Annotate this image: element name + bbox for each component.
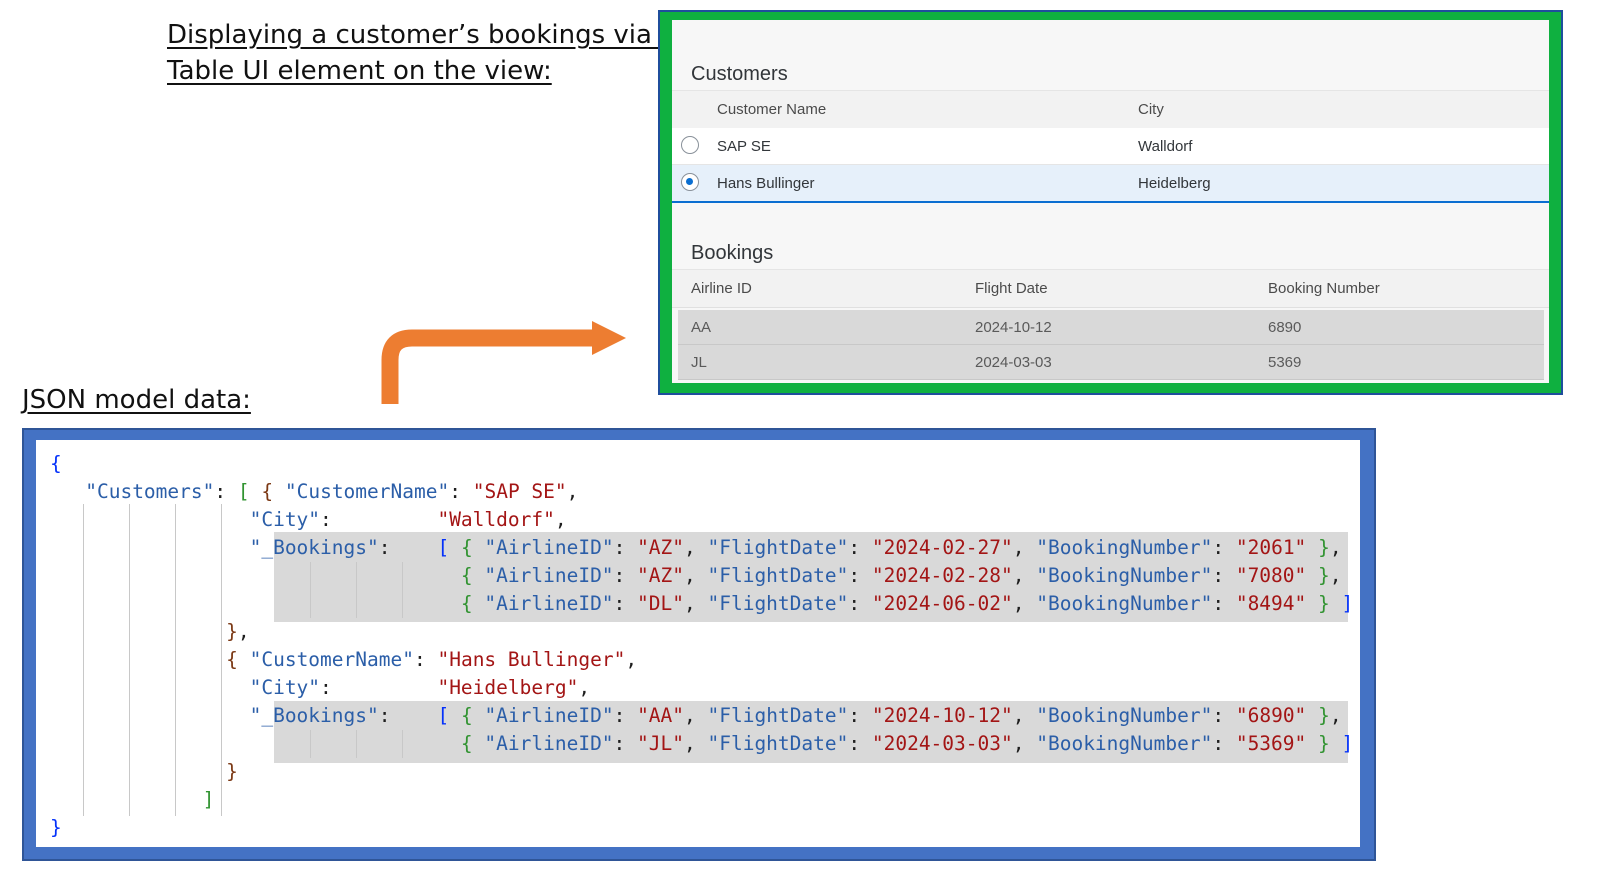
- column-header-airline-id[interactable]: Airline ID: [691, 270, 752, 307]
- code-line: { "AirlineID": "AZ", "FlightDate": "2024…: [460, 564, 1342, 587]
- column-header-customer-name[interactable]: Customer Name: [717, 91, 826, 128]
- json-code-view: { "Customers": [ { "CustomerName": "SAP …: [36, 440, 1360, 847]
- arrow-icon: [381, 321, 626, 404]
- booking-number-cell: 5369: [1268, 353, 1302, 371]
- booking-row[interactable]: AA 2024-10-12 6890: [678, 310, 1544, 345]
- booking-number-cell: 6890: [1268, 318, 1302, 336]
- code-line: { "AirlineID": "JL", "FlightDate": "2024…: [460, 732, 1354, 755]
- customer-name-cell: SAP SE: [717, 137, 771, 155]
- customer-row[interactable]: SAP SE Walldorf: [672, 128, 1549, 165]
- airline-id-cell: AA: [691, 318, 712, 336]
- json-heading: JSON model data:: [22, 385, 251, 415]
- customer-row-selected[interactable]: Hans Bullinger Heidelberg: [672, 165, 1549, 203]
- flight-date-cell: 2024-10-12: [975, 318, 1052, 336]
- code-line: "City": "Walldorf",: [249, 508, 567, 531]
- code-line: ]: [202, 788, 215, 811]
- code-line: "_Bookings": [ { "AirlineID": "AA", "Fli…: [249, 704, 1342, 727]
- code-line: {: [50, 452, 62, 475]
- json-model-panel: { "Customers": [ { "CustomerName": "SAP …: [22, 428, 1376, 861]
- customer-city-cell: Walldorf: [1138, 137, 1193, 155]
- customers-header-row: Customer Name City: [672, 90, 1549, 129]
- customer-name-cell: Hans Bullinger: [717, 174, 815, 192]
- column-header-flight-date[interactable]: Flight Date: [975, 270, 1048, 307]
- ui-preview-panel: Customers Customer Name City SAP SE Wall…: [658, 10, 1563, 395]
- customers-table-title: Customers: [691, 63, 788, 85]
- heading-line-1: Displaying a customer’s bookings via a: [167, 20, 677, 50]
- column-header-booking-number[interactable]: Booking Number: [1268, 270, 1380, 307]
- code-line: }: [50, 816, 62, 839]
- row-select-radio[interactable]: [681, 136, 699, 154]
- bookings-header-row: Airline ID Flight Date Booking Number: [672, 269, 1549, 308]
- bookings-table-title: Bookings: [691, 242, 774, 264]
- code-line: "_Bookings": [ { "AirlineID": "AZ", "Fli…: [249, 536, 1342, 559]
- ui-view: Customers Customer Name City SAP SE Wall…: [672, 20, 1549, 383]
- customer-city-cell: Heidelberg: [1138, 174, 1211, 192]
- code-line: "Customers": [ { "CustomerName": "SAP SE…: [85, 480, 579, 503]
- flight-date-cell: 2024-03-03: [975, 353, 1052, 371]
- page-heading: Displaying a customer’s bookings via a T…: [167, 17, 676, 89]
- code-line: },: [226, 620, 250, 643]
- code-line: { "CustomerName": "Hans Bullinger",: [226, 648, 638, 671]
- code-line: { "AirlineID": "DL", "FlightDate": "2024…: [460, 592, 1354, 615]
- code-line: "City": "Heidelberg",: [249, 676, 591, 699]
- row-select-radio-checked[interactable]: [681, 173, 699, 191]
- code-line: }: [226, 760, 238, 783]
- heading-line-2: Table UI element on the view:: [167, 56, 552, 86]
- booking-row[interactable]: JL 2024-03-03 5369: [678, 345, 1544, 380]
- column-header-city[interactable]: City: [1138, 91, 1164, 128]
- airline-id-cell: JL: [691, 353, 707, 371]
